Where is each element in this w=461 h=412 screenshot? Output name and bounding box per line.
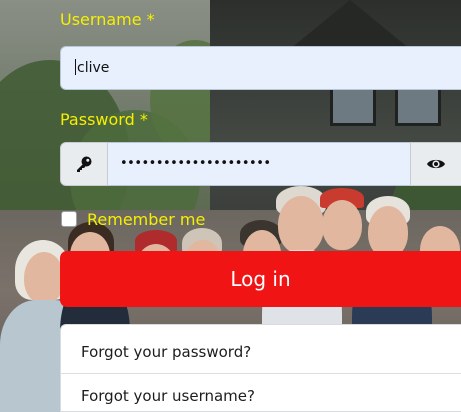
key-icon [77, 156, 92, 172]
username-input[interactable]: clive [60, 46, 461, 90]
forgot-username-link[interactable]: Forgot your username? [61, 373, 461, 412]
remember-me-checkbox[interactable] [61, 211, 77, 227]
forgot-password-link[interactable]: Forgot your password? [61, 330, 461, 374]
help-links-list: Forgot your password? Forgot your userna… [60, 324, 461, 412]
key-icon-addon [60, 142, 108, 186]
username-label: Username * [60, 10, 155, 29]
login-screen: Username * clive Password * ••••••••••••… [0, 0, 461, 412]
remember-me-row[interactable]: Remember me [61, 208, 205, 230]
password-input[interactable]: ••••••••••••••••••••• [108, 142, 410, 186]
show-password-button[interactable] [410, 142, 461, 186]
username-value: clive [77, 60, 110, 76]
password-label: Password * [60, 110, 148, 129]
login-button[interactable]: Log in [60, 251, 461, 307]
remember-me-label[interactable]: Remember me [87, 210, 205, 229]
password-group: ••••••••••••••••••••• [60, 142, 461, 186]
login-form: Username * clive Password * ••••••••••••… [0, 0, 461, 412]
eye-icon [427, 159, 445, 169]
text-cursor [75, 59, 76, 75]
